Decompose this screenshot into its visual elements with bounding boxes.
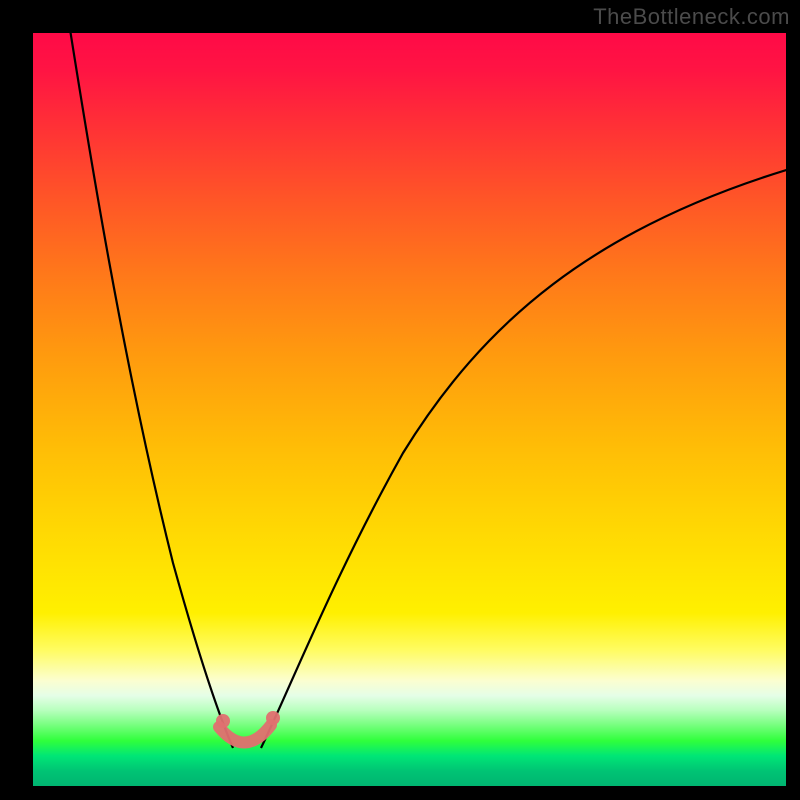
highlight-hump [219, 725, 271, 743]
curve-left [69, 33, 233, 748]
hump-dot-right [266, 711, 280, 725]
watermark-text: TheBottleneck.com [593, 4, 790, 30]
hump-dot-left [216, 714, 230, 728]
chart-svg [33, 33, 786, 786]
curve-right [261, 168, 786, 748]
chart-plot-area [33, 33, 786, 786]
